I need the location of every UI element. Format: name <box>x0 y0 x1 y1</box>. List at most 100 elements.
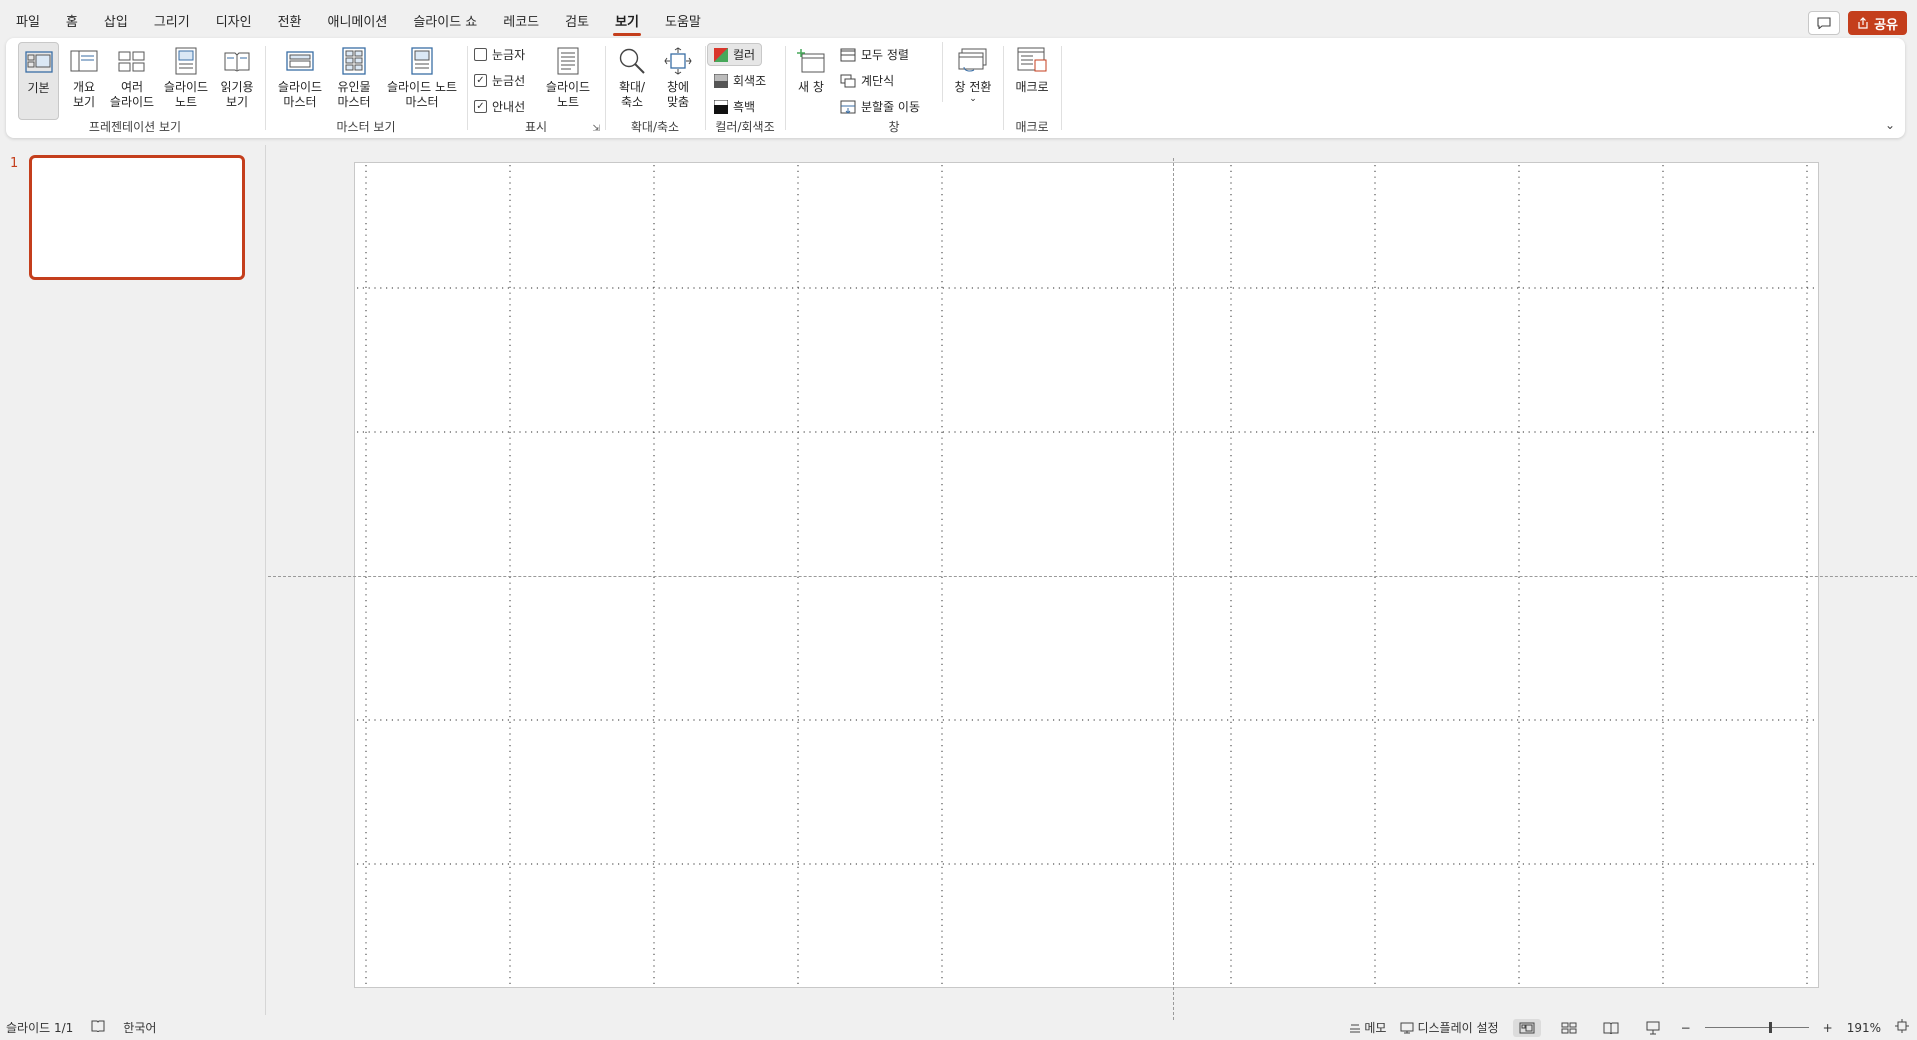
gridlines-checkbox[interactable]: ✓ 눈금선 <box>474 72 525 89</box>
gridlines-label: 눈금선 <box>492 74 526 88</box>
zoom-button[interactable]: 확대/ 축소 <box>610 42 654 110</box>
menu-slideshow[interactable]: 슬라이드 쇼 <box>411 7 479 34</box>
menu-help[interactable]: 도움말 <box>663 7 703 34</box>
normal-view-status-button[interactable] <box>1512 1018 1541 1037</box>
arrange-all-icon <box>840 48 856 61</box>
group-master-views: 슬라이드 마스터 유인물 마스터 슬라이드 노트 마스터 마스터 보기 <box>266 38 466 138</box>
group-zoom: 확대/ 축소 창에 맞춤 확대/축소 <box>606 38 704 138</box>
menu-bar: 파일 홈 삽입 그리기 디자인 전환 애니메이션 슬라이드 쇼 레코드 검토 보… <box>0 0 1917 40</box>
handout-master-button[interactable]: 유인물 마스터 <box>328 42 380 110</box>
normal-view-button[interactable]: 기본 <box>18 42 59 120</box>
menu-design[interactable]: 디자인 <box>214 7 254 34</box>
comments-button[interactable] <box>1808 11 1841 35</box>
notes-page-button[interactable]: 슬라이드 노트 <box>161 42 211 110</box>
menu-transitions[interactable]: 전환 <box>276 7 304 34</box>
group-presentation-views: 기본 개요 보기 여러 슬라이드 슬라이드 노트 읽기용 보기 프레젠테이션 보… <box>6 38 264 138</box>
fit-to-window-icon <box>663 46 693 76</box>
outline-view-button[interactable]: 개요 보기 <box>62 42 106 110</box>
comment-icon <box>1817 17 1831 29</box>
grayscale-button[interactable]: 회색조 <box>714 72 766 89</box>
cascade-icon <box>840 74 856 87</box>
reading-view-label: 읽기용 보기 <box>220 80 254 109</box>
slide-sorter-status-button[interactable] <box>1555 1019 1583 1037</box>
fit-to-window-button[interactable]: 창에 맞춤 <box>656 42 700 110</box>
menu-home[interactable]: 홈 <box>64 7 80 34</box>
menu-draw[interactable]: 그리기 <box>152 7 192 34</box>
status-left: 슬라이드 1/1 한국어 <box>6 1019 156 1036</box>
guides-checkbox-box[interactable]: ✓ <box>474 100 487 113</box>
black-white-button[interactable]: 흑백 <box>714 98 755 115</box>
share-label: 공유 <box>1874 17 1898 33</box>
new-window-button[interactable]: 새 창 <box>792 42 830 95</box>
group-label-color: 컬러/회색조 <box>715 120 775 134</box>
group-label-master-views: 마스터 보기 <box>336 120 396 134</box>
fit-slide-icon[interactable] <box>1895 1019 1909 1036</box>
new-window-label: 새 창 <box>798 80 824 94</box>
arrange-all-label: 모두 정렬 <box>861 48 909 62</box>
share-icon <box>1858 17 1868 29</box>
group-label-macros: 매크로 <box>1015 120 1049 134</box>
reading-view-status-button[interactable] <box>1597 1019 1625 1037</box>
arrange-all-button[interactable]: 모두 정렬 <box>840 46 909 63</box>
notes-toggle-button[interactable]: 메모 <box>1349 1019 1386 1036</box>
slide-master-button[interactable]: 슬라이드 마스터 <box>274 42 326 110</box>
share-button[interactable]: 공유 <box>1848 11 1907 35</box>
menu-review[interactable]: 검토 <box>563 7 591 34</box>
zoom-slider[interactable] <box>1704 1022 1809 1033</box>
reading-view-icon <box>222 46 252 76</box>
zoom-in-button[interactable]: + <box>1823 1021 1833 1035</box>
top-right-actions: 공유 <box>1808 11 1907 35</box>
menu-insert[interactable]: 삽입 <box>102 7 130 34</box>
chevron-down-icon: ⌄ <box>969 94 977 104</box>
group-label-show: 표시 <box>524 120 548 134</box>
language-indicator[interactable]: 한국어 <box>123 1019 156 1036</box>
switch-windows-button[interactable]: 창 전환 ⌄ <box>948 42 998 104</box>
color-button[interactable]: 컬러 <box>707 43 763 66</box>
menu-file[interactable]: 파일 <box>14 7 42 34</box>
cascade-button[interactable]: 계단식 <box>840 72 894 89</box>
grayscale-label: 회색조 <box>733 74 767 88</box>
slide-sorter-label: 여러 슬라이드 <box>109 80 155 109</box>
notes-master-button[interactable]: 슬라이드 노트 마스터 <box>382 42 462 110</box>
zoom-out-button[interactable]: − <box>1681 1021 1691 1035</box>
notes-button[interactable]: 슬라이드 노트 <box>540 42 596 110</box>
slide-thumbnail[interactable] <box>29 155 245 280</box>
display-settings-label: 디스플레이 설정 <box>1417 1021 1499 1035</box>
accessibility-icon[interactable] <box>91 1020 105 1035</box>
reading-view-button[interactable]: 읽기용 보기 <box>214 42 260 110</box>
slide-canvas[interactable] <box>268 158 1917 1020</box>
slideshow-status-button[interactable] <box>1639 1019 1667 1037</box>
display-settings-button[interactable]: 디스플레이 설정 <box>1400 1019 1499 1036</box>
slide-sorter-button[interactable]: 여러 슬라이드 <box>106 42 158 110</box>
group-label-window: 창 <box>888 120 900 134</box>
ribbon: 기본 개요 보기 여러 슬라이드 슬라이드 노트 읽기용 보기 프레젠테이션 보… <box>6 38 1905 138</box>
normal-view-status-icon <box>1519 1022 1535 1033</box>
ruler-checkbox-box[interactable] <box>474 48 487 61</box>
zoom-level[interactable]: 191% <box>1847 1021 1881 1035</box>
slide-editing-area <box>267 145 1917 1020</box>
move-split-button[interactable]: 분할줄 이동 <box>840 98 920 115</box>
normal-view-label: 기본 <box>27 81 50 95</box>
horizontal-guide[interactable] <box>268 576 1917 577</box>
guides-checkbox[interactable]: ✓ 안내선 <box>474 98 525 115</box>
menu-animations[interactable]: 애니메이션 <box>326 7 390 34</box>
zoom-slider-thumb[interactable] <box>1768 1022 1772 1033</box>
status-right: 메모 디스플레이 설정 − + 191% <box>1349 1018 1909 1037</box>
group-color: 컬러 회색조 흑백 컬러/회색조 <box>706 38 784 138</box>
gridlines-checkbox-box[interactable]: ✓ <box>474 74 487 87</box>
zoom-label: 확대/ 축소 <box>618 80 646 109</box>
new-window-icon <box>796 46 826 76</box>
ribbon-separator <box>942 42 943 102</box>
collapse-ribbon-icon[interactable]: ⌄ <box>1885 118 1895 132</box>
menu-view[interactable]: 보기 <box>613 7 641 36</box>
vertical-guide[interactable] <box>1173 158 1174 1020</box>
black-white-icon <box>714 99 728 114</box>
macros-button[interactable]: 매크로 <box>1008 42 1056 95</box>
slide-counter: 슬라이드 1/1 <box>6 1021 74 1035</box>
ruler-checkbox[interactable]: 눈금자 <box>474 46 525 63</box>
reading-view-status-icon <box>1603 1022 1619 1034</box>
notes-page-icon <box>171 46 201 76</box>
macros-label: 매크로 <box>1015 80 1049 94</box>
notes-icon <box>553 46 583 76</box>
menu-record[interactable]: 레코드 <box>501 7 541 34</box>
